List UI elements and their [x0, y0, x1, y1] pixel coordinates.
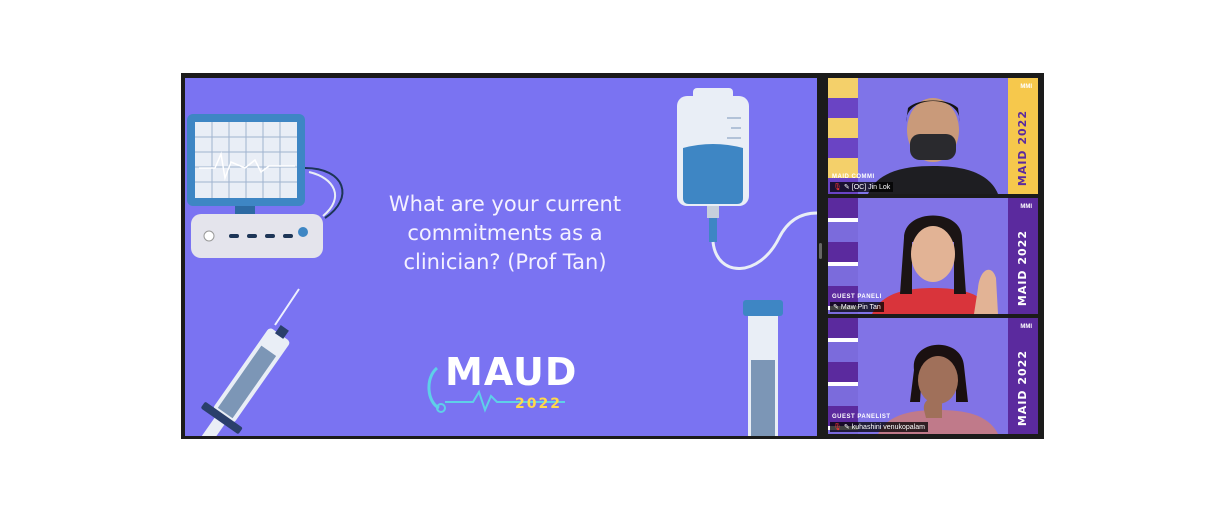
mmi-logo: MMI	[1020, 84, 1032, 90]
shared-screen-slide: What are your current commitments as a c…	[185, 78, 817, 436]
slide-question: What are your current commitments as a c…	[355, 190, 655, 277]
microphone-muted-icon: 🎙	[833, 424, 842, 431]
microphone-muted-icon: 🎙	[833, 184, 842, 191]
participant-video	[858, 78, 1008, 194]
participant-nameplate: 🎙 ✎ [OC] Jin Lok	[830, 182, 894, 192]
question-line: commitments as a	[407, 221, 603, 245]
mmi-logo: MMI	[1020, 204, 1032, 210]
participant-name: kuhashini venukopalam	[851, 423, 925, 431]
ecg-monitor-icon	[187, 114, 344, 258]
pin-icon: ✎	[843, 424, 850, 431]
participant-tile-active-speaker[interactable]: MMI MAID 2022 GUEST PANELI ✎ Maw Pin Tan	[828, 198, 1038, 314]
pin-icon: ✎	[833, 304, 839, 311]
participant-role-label: GUEST PANELIST	[832, 414, 891, 420]
panel-splitter-handle[interactable]	[819, 243, 822, 259]
participant-tile[interactable]: MMI MAID 2022 GUEST PANELIST 🎙 ✎ kuhashi…	[828, 318, 1038, 434]
participant-tile[interactable]: MMI MAID 2022 MAID COMMI 🎙 ✎ [OC] Jin Lo…	[828, 78, 1038, 194]
meeting-window: What are your current commitments as a c…	[181, 73, 1044, 439]
side-banner-text: MAID 2022	[1016, 109, 1029, 186]
logo-year: 2022	[515, 396, 562, 412]
mmi-logo: MMI	[1020, 324, 1032, 330]
participant-nameplate: ✎ Maw Pin Tan	[830, 302, 884, 312]
logo-text: MAUD	[445, 350, 578, 394]
maud-logo: MAUD 2022	[425, 348, 585, 428]
iv-bag-icon	[677, 88, 817, 270]
question-line: What are your current	[388, 192, 622, 216]
participant-nameplate: 🎙 ✎ kuhashini venukopalam	[830, 422, 928, 432]
participant-name: [OC] Jin Lok	[851, 183, 891, 191]
participant-role-label: GUEST PANELI	[832, 294, 882, 300]
side-banner-text: MAID 2022	[1016, 229, 1029, 306]
test-tube-icon	[743, 300, 783, 436]
side-banner-text: MAID 2022	[1016, 349, 1029, 426]
pin-icon: ✎	[843, 184, 850, 191]
syringe-icon	[197, 288, 300, 436]
participant-role-label: MAID COMMI	[832, 174, 875, 180]
participant-name: Maw Pin Tan	[840, 303, 881, 311]
question-line: clinician? (Prof Tan)	[403, 250, 607, 274]
